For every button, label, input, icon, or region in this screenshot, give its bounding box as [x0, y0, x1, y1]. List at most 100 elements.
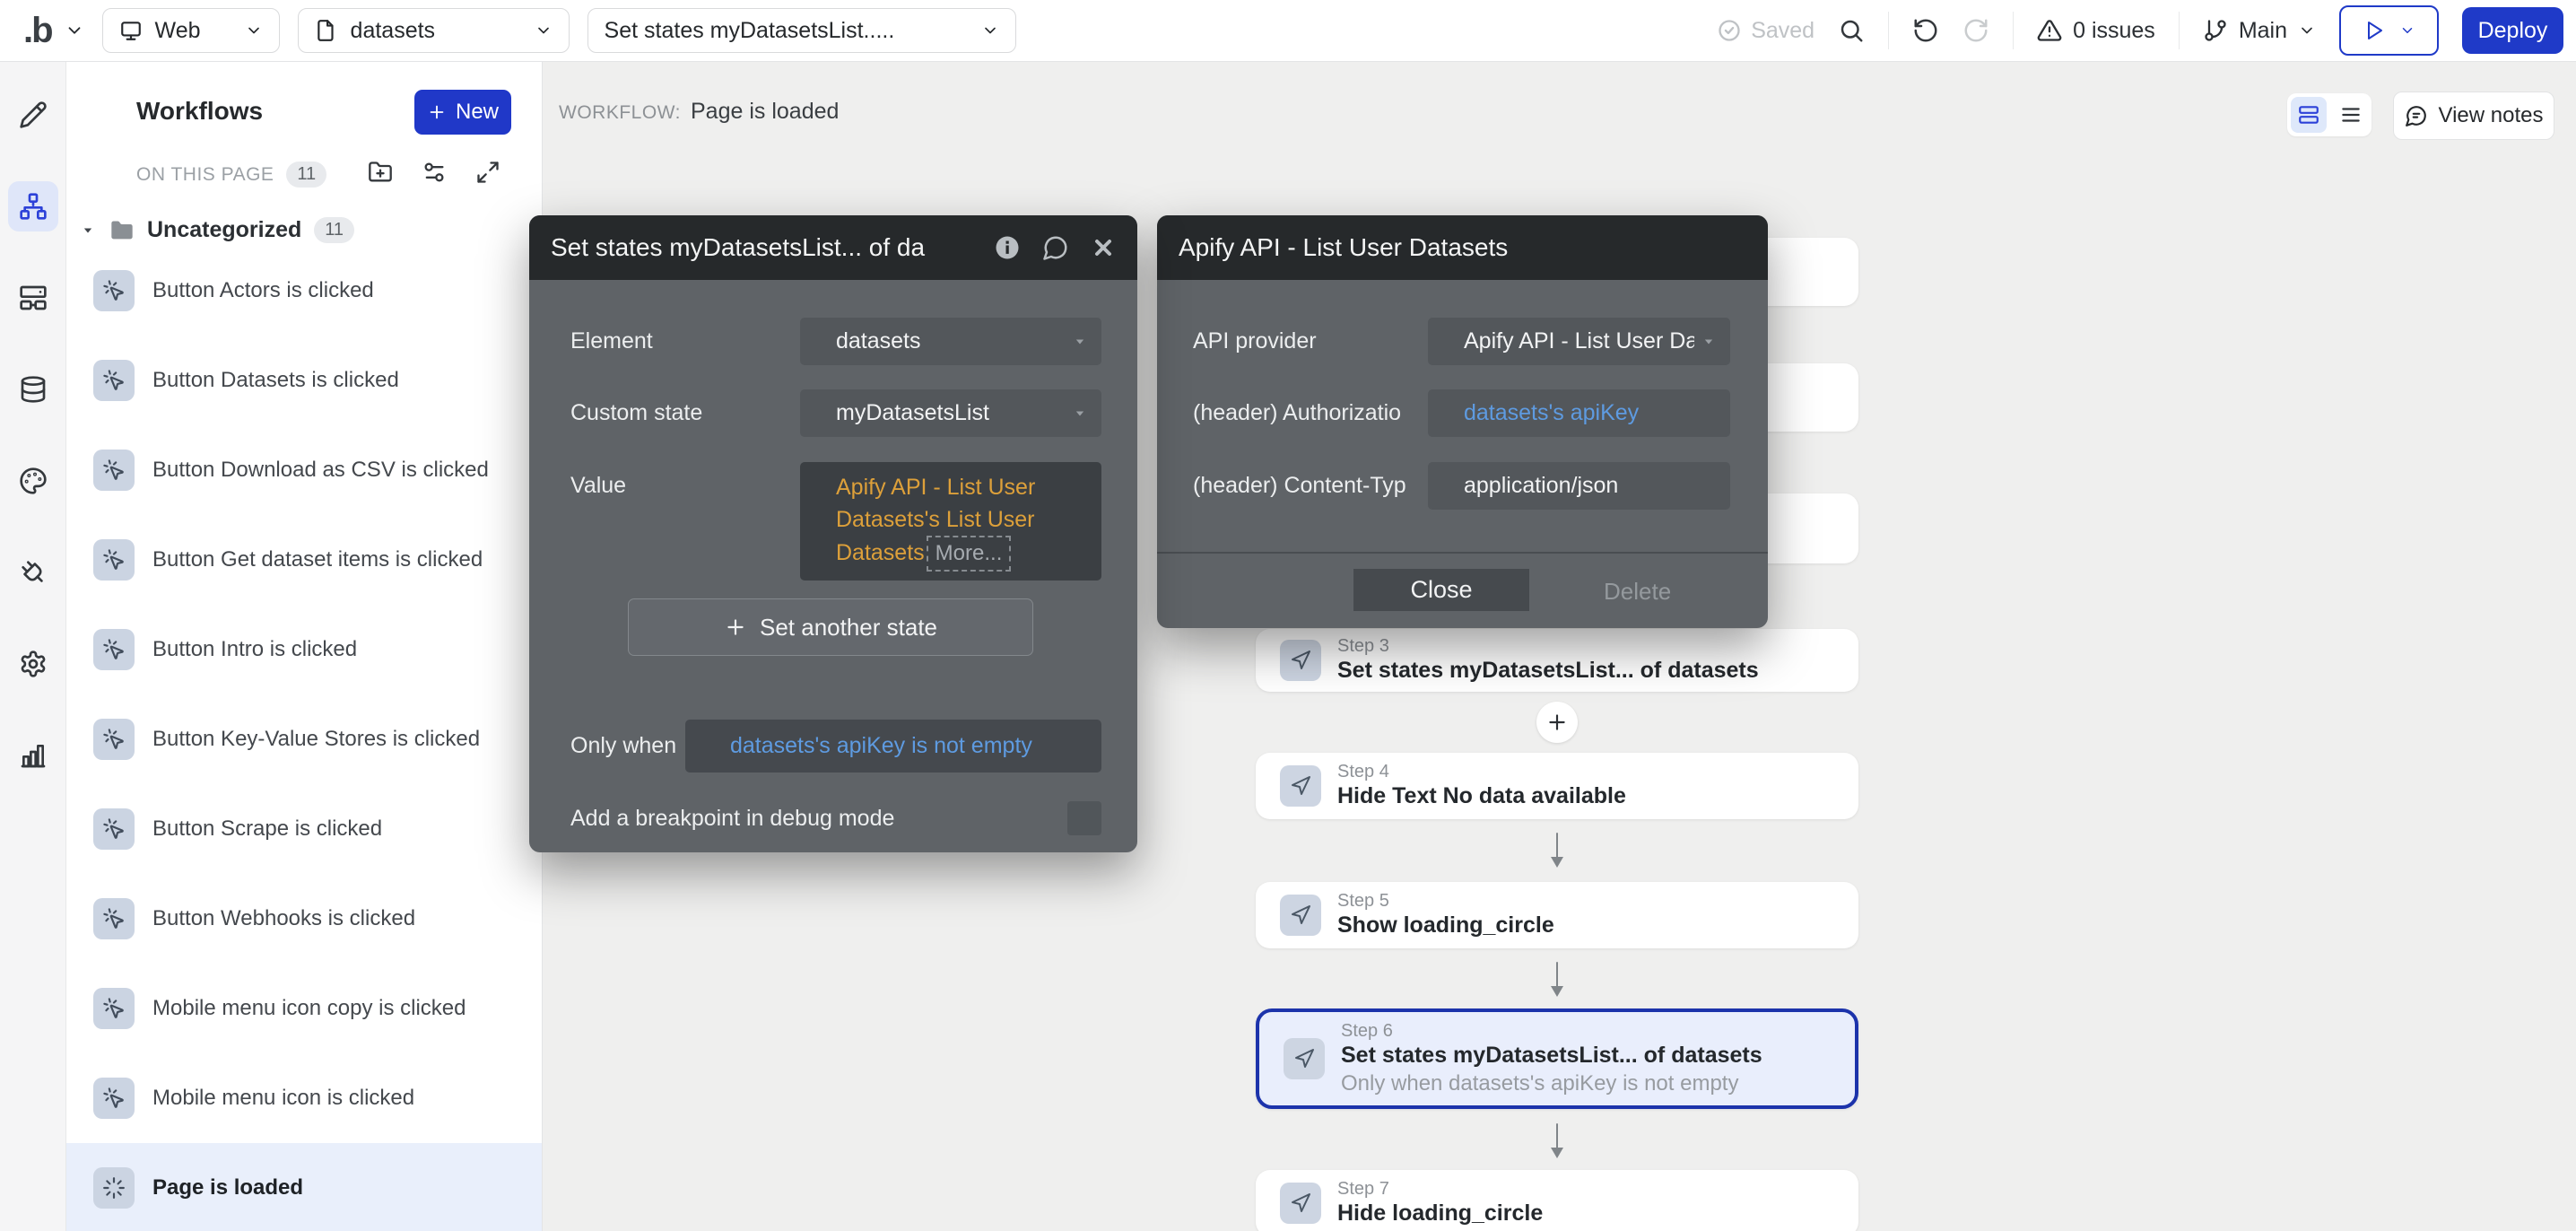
content-type-input[interactable]: application/json [1428, 462, 1730, 510]
field-label: Value [570, 473, 626, 499]
gear-icon [19, 650, 48, 678]
workflow-list-item[interactable]: Button Webhooks is clicked [65, 874, 542, 964]
rail-item-workflows[interactable] [8, 181, 58, 231]
page-select[interactable]: datasets [298, 8, 570, 53]
folder-plus-icon[interactable] [368, 160, 393, 185]
chevron-down-icon [2399, 22, 2415, 39]
card-view-button[interactable] [2291, 97, 2327, 133]
search-icon[interactable] [1838, 17, 1865, 44]
set-states-modal: Set states myDatasetsList... of da Eleme… [529, 215, 1137, 852]
panel-title: Workflows [136, 97, 263, 126]
redo-icon[interactable] [1962, 17, 1989, 44]
info-icon[interactable] [994, 234, 1021, 261]
step-card-7[interactable]: Step 7 Hide loading_circle [1256, 1170, 1858, 1231]
workflow-list-item[interactable]: Button Intro is clicked [65, 605, 542, 694]
deploy-button[interactable]: Deploy [2462, 7, 2563, 54]
platform-select[interactable]: Web [102, 8, 280, 53]
step-card-5[interactable]: Step 5 Show loading_circle [1256, 882, 1858, 948]
step-card-4[interactable]: Step 4 Hide Text No data available [1256, 753, 1858, 819]
chevron-down-icon [535, 22, 553, 39]
add-step-button[interactable] [1536, 702, 1578, 743]
workflow-list-item[interactable]: Mobile menu icon is clicked [65, 1053, 542, 1143]
view-notes-button[interactable]: View notes [2393, 92, 2554, 140]
undo-icon[interactable] [1912, 17, 1939, 44]
filter-icon[interactable] [422, 160, 447, 185]
field-label: Add a breakpoint in debug mode [570, 806, 894, 832]
rail-item-data[interactable] [8, 364, 58, 415]
chevron-down-icon [245, 22, 263, 39]
workflow-list-item[interactable]: Button Actors is clicked [65, 246, 542, 336]
api-call-modal: Apify API - List User Datasets API provi… [1157, 215, 1768, 628]
close-icon[interactable] [1091, 235, 1116, 260]
issues-label: 0 issues [2073, 18, 2155, 44]
chevron-down-icon [2298, 22, 2316, 39]
step-title: Set states myDatasetsList... of datasets [1337, 657, 1759, 685]
arrow-down-connector [1546, 960, 1568, 1000]
caret-down-icon [1071, 405, 1089, 423]
platform-select-value: Web [155, 18, 201, 44]
step-number: Step 7 [1337, 1178, 1543, 1200]
app-menu[interactable]: .b [23, 13, 84, 48]
workflow-list-item[interactable]: Button Download as CSV is clicked [65, 425, 542, 515]
workflow-list-item[interactable]: Button Get dataset items is clicked [65, 515, 542, 605]
new-workflow-button[interactable]: New [414, 90, 511, 135]
auth-header-input[interactable]: datasets's apiKey [1428, 389, 1730, 437]
workflow-list-item[interactable]: Mobile menu icon copy is clicked [65, 964, 542, 1053]
delete-button[interactable]: Delete [1604, 578, 1671, 606]
only-when-input[interactable]: datasets's apiKey is not empty [685, 720, 1101, 773]
modal-header[interactable]: Apify API - List User Datasets [1157, 215, 1768, 280]
action-arrow-icon [1284, 1038, 1325, 1079]
workflow-select[interactable]: Set states myDatasetsList..... [587, 8, 1016, 53]
modal-title: Set states myDatasetsList... of da [551, 233, 994, 262]
folder-icon [109, 218, 135, 243]
preview-button[interactable] [2339, 5, 2439, 56]
rail-item-plugins[interactable] [8, 547, 58, 598]
workflow-list: Button Actors is clicked Button Datasets… [65, 246, 542, 1231]
field-label: API provider [1193, 328, 1317, 354]
element-dropdown[interactable]: datasets [800, 318, 1101, 365]
field-label: Element [570, 328, 653, 354]
set-another-state-button[interactable]: Set another state [628, 598, 1033, 656]
action-arrow-icon [1280, 640, 1321, 681]
rail-item-logs[interactable] [8, 730, 58, 781]
cursor-click-icon [93, 360, 135, 401]
breakpoint-checkbox[interactable] [1067, 801, 1101, 835]
custom-state-value: myDatasetsList [836, 400, 989, 426]
custom-state-dropdown[interactable]: myDatasetsList [800, 389, 1101, 437]
workflow-list-item[interactable]: Button Scrape is clicked [65, 784, 542, 874]
modal-header[interactable]: Set states myDatasetsList... of da [529, 215, 1137, 280]
chevron-down-icon [981, 22, 999, 39]
modal-title: Apify API - List User Datasets [1179, 233, 1746, 262]
workflow-list-item[interactable]: Button Key-Value Stores is clicked [65, 694, 542, 784]
step-number: Step 6 [1341, 1020, 1762, 1042]
folder-uncategorized[interactable]: Uncategorized 11 [79, 217, 354, 243]
check-circle-icon [1717, 18, 1742, 43]
list-view-button[interactable] [2333, 97, 2369, 133]
workflow-item-label: Mobile menu icon is clicked [152, 1086, 414, 1111]
value-expression-input[interactable]: Apify API - List User Datasets's List Us… [800, 462, 1101, 581]
comment-icon[interactable] [1042, 234, 1069, 261]
workflow-list-item-selected[interactable]: Page is loaded [65, 1143, 542, 1231]
rail-item-reusables[interactable] [8, 273, 58, 323]
issues-indicator[interactable]: 0 issues [2037, 18, 2155, 44]
workflow-list-item[interactable]: Button Datasets is clicked [65, 336, 542, 425]
cards-icon [2297, 103, 2320, 127]
branch-select[interactable]: Main [2203, 18, 2316, 44]
step-card-6-selected[interactable]: Step 6 Set states myDatasetsList... of d… [1256, 1008, 1858, 1109]
more-chip[interactable]: More... [927, 536, 1012, 572]
rail-item-settings[interactable] [8, 639, 58, 689]
step-card-3[interactable]: Step 3 Set states myDatasetsList... of d… [1256, 629, 1858, 692]
plus-icon [724, 616, 747, 639]
expand-icon[interactable] [475, 160, 500, 185]
field-label: Only when [570, 733, 676, 759]
close-button[interactable]: Close [1353, 569, 1529, 611]
folder-count-badge: 11 [314, 217, 354, 243]
rail-item-design[interactable] [8, 90, 58, 140]
api-provider-dropdown[interactable]: Apify API - List User Dat... [1428, 318, 1730, 365]
cursor-click-icon [93, 1078, 135, 1119]
deploy-label: Deploy [2478, 18, 2548, 44]
folder-name: Uncategorized [147, 217, 301, 243]
rail-item-styles[interactable] [8, 456, 58, 506]
action-arrow-icon [1280, 765, 1321, 807]
delete-label: Delete [1604, 578, 1671, 605]
